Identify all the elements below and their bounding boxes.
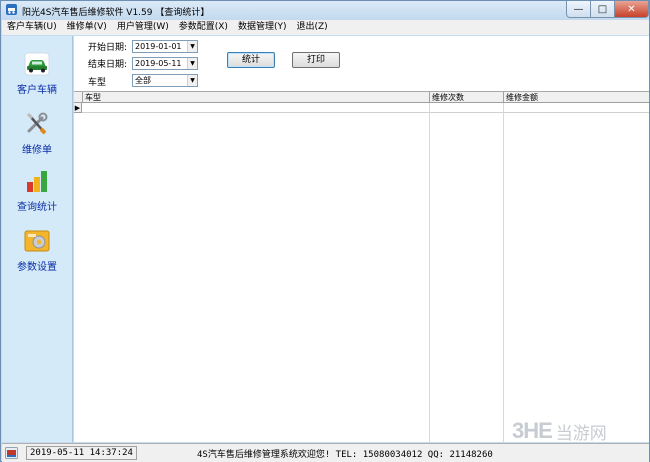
print-button[interactable]: 打印 bbox=[292, 52, 340, 68]
nav-customer-vehicle[interactable]: 客户车辆 bbox=[2, 51, 72, 96]
status-bar: 2019-05-11 14:37:24 4S汽车售后维修管理系统欢迎您! TEL… bbox=[2, 443, 649, 462]
vehicle-type-value: 全部 bbox=[135, 76, 151, 85]
column-header-repair-amount[interactable]: 维修金额 bbox=[503, 92, 649, 103]
menu-user-management[interactable]: 用户管理(W) bbox=[112, 20, 174, 35]
stats-grid[interactable]: 车型 维修次数 维修金额 ▶ bbox=[74, 91, 649, 443]
end-date-label: 结束日期: bbox=[88, 60, 128, 70]
chevron-down-icon[interactable]: ▼ bbox=[187, 41, 197, 52]
nav-label-parameter-settings: 参数设置 bbox=[17, 262, 57, 273]
window-title: 阳光4S汽车售后维修软件 V1.59 【查询统计】 bbox=[22, 8, 210, 18]
close-button[interactable]: ✕ bbox=[614, 1, 649, 18]
app-status-icon bbox=[5, 447, 18, 459]
main-panel: 开始日期: 2019-01-01 ▼ 结束日期: 2019-05-11 ▼ 车型… bbox=[74, 36, 649, 443]
status-message: 4S汽车售后维修管理系统欢迎您! TEL: 15080034012 QQ: 21… bbox=[197, 450, 493, 460]
car-icon bbox=[24, 52, 50, 76]
column-divider bbox=[503, 103, 504, 443]
maximize-button[interactable]: □ bbox=[590, 1, 615, 18]
start-date-value: 2019-01-01 bbox=[135, 42, 182, 51]
column-divider bbox=[429, 103, 430, 443]
app-icon bbox=[6, 4, 17, 15]
app-window: 阳光4S汽车售后维修软件 V1.59 【查询统计】 — □ ✕ 客户车辆(U) … bbox=[0, 0, 650, 462]
minimize-button[interactable]: — bbox=[566, 1, 591, 18]
nav-label-repair-order: 维修单 bbox=[22, 145, 52, 156]
vehicle-type-select[interactable]: 全部 ▼ bbox=[132, 74, 198, 87]
nav-label-query-statistics: 查询统计 bbox=[17, 202, 57, 213]
vehicle-type-label: 车型 bbox=[88, 78, 107, 88]
column-header-vehicle-type[interactable]: 车型 bbox=[82, 92, 429, 103]
grid-header: 车型 维修次数 维修金额 bbox=[74, 92, 649, 103]
settings-icon bbox=[24, 230, 50, 252]
watermark: 3HE 当游网 bbox=[512, 418, 607, 444]
watermark-text: 当游网 bbox=[555, 423, 607, 443]
menu-data-management[interactable]: 数据管理(Y) bbox=[233, 20, 292, 35]
tools-icon bbox=[26, 112, 48, 135]
nav-query-statistics[interactable]: 查询统计 bbox=[2, 168, 72, 213]
nav-repair-order[interactable]: 维修单 bbox=[2, 111, 72, 156]
column-header-repair-count[interactable]: 维修次数 bbox=[429, 92, 503, 103]
menu-repair-order[interactable]: 维修单(V) bbox=[62, 20, 112, 35]
table-row[interactable] bbox=[82, 103, 649, 113]
stat-button[interactable]: 统计 bbox=[227, 52, 275, 68]
chevron-down-icon[interactable]: ▼ bbox=[187, 58, 197, 69]
menu-bar: 客户车辆(U) 维修单(V) 用户管理(W) 参数配置(X) 数据管理(Y) 退… bbox=[2, 20, 649, 35]
chevron-down-icon[interactable]: ▼ bbox=[187, 75, 197, 86]
chart-icon bbox=[27, 171, 47, 192]
menu-exit[interactable]: 退出(Z) bbox=[291, 20, 332, 35]
status-datetime: 2019-05-11 14:37:24 bbox=[26, 446, 137, 460]
nav-parameter-settings[interactable]: 参数设置 bbox=[2, 228, 72, 273]
watermark-logo: 3HE bbox=[512, 418, 553, 443]
end-date-value: 2019-05-11 bbox=[135, 59, 182, 68]
start-date-picker[interactable]: 2019-01-01 ▼ bbox=[132, 40, 198, 53]
title-bar[interactable]: 阳光4S汽车售后维修软件 V1.59 【查询统计】 — □ ✕ bbox=[1, 1, 649, 20]
nav-label-customer-vehicle: 客户车辆 bbox=[17, 85, 57, 96]
left-nav: 客户车辆 维修单 查询统计 参数设置 bbox=[2, 36, 73, 442]
menu-customer-vehicle[interactable]: 客户车辆(U) bbox=[2, 20, 62, 35]
end-date-picker[interactable]: 2019-05-11 ▼ bbox=[132, 57, 198, 70]
menu-parameter-config[interactable]: 参数配置(X) bbox=[174, 20, 233, 35]
current-row-indicator[interactable]: ▶ bbox=[74, 103, 82, 113]
start-date-label: 开始日期: bbox=[88, 43, 128, 53]
